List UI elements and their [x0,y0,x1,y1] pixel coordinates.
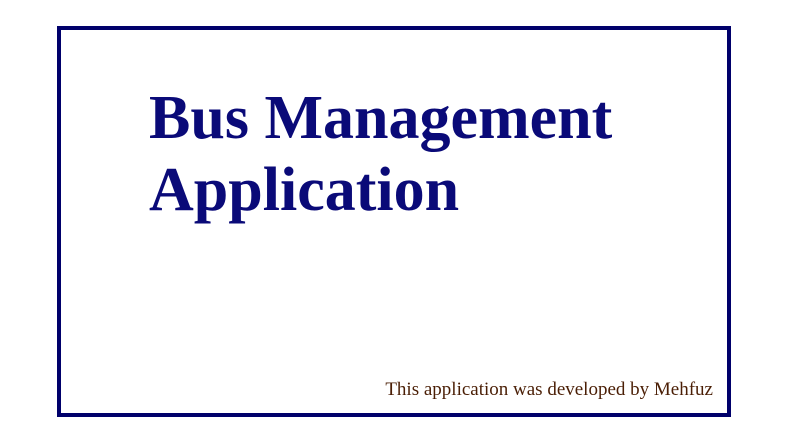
splash-screen-frame: Bus Management Application This applicat… [57,26,731,417]
app-title: Bus Management Application [149,82,669,226]
developer-credit: This application was developed by Mehfuz [385,379,713,400]
app-title-line-1: Bus Management [149,84,613,152]
app-title-line-2: Application [149,156,460,224]
